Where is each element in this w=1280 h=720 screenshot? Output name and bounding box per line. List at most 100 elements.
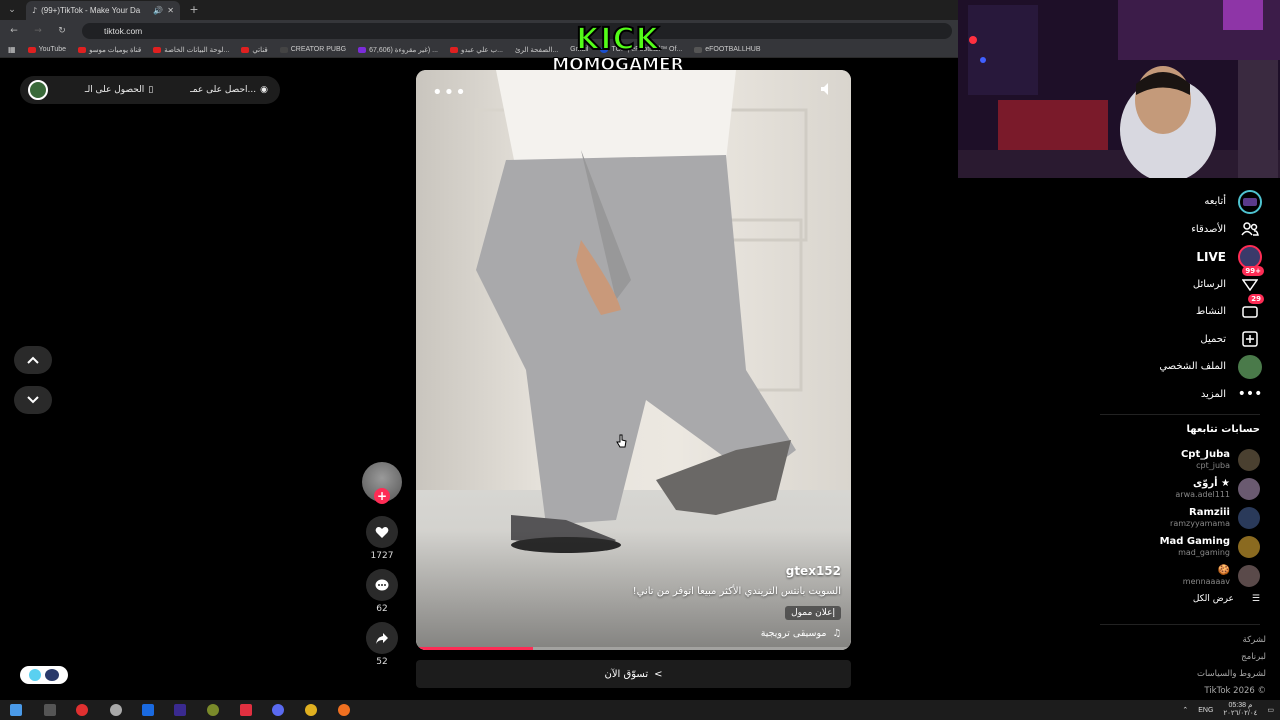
footer-link-program[interactable]: لبرنامج xyxy=(1197,649,1266,666)
avatar xyxy=(1238,477,1260,500)
bookmark-item[interactable]: قناتي xyxy=(241,46,268,54)
taskbar-app-icon[interactable] xyxy=(110,704,122,716)
get-coins-button[interactable]: احصل على عمـ... ◉ xyxy=(190,85,268,95)
footer-link-terms[interactable]: لشروط والسياسات xyxy=(1197,666,1266,683)
reload-icon[interactable]: ↻ xyxy=(56,25,68,37)
bookmark-item[interactable]: eFOOTBALLHUB xyxy=(694,46,761,53)
sidebar-item-following[interactable]: أتابعه xyxy=(1082,188,1262,216)
tab-close-icon[interactable]: ✕ xyxy=(167,6,174,15)
bookmark-item[interactable]: 67,606) غير مقروءة) ... xyxy=(358,46,438,54)
browser-tab[interactable]: ♪ (99+)TikTok - Make Your Da 🔊 ✕ xyxy=(26,1,180,20)
video-player[interactable]: ••• gtex152 السويت بانتس التريندي الأكثر… xyxy=(416,70,851,650)
get-app-button[interactable]: الحصول على الـ ▯ xyxy=(85,85,153,95)
creator-avatar[interactable]: + xyxy=(362,462,402,504)
premiere-icon[interactable] xyxy=(174,704,186,716)
sidebar-nav: أتابعه الأصدقاء LIVE الرسائل 99+ النشاط … xyxy=(1082,188,1264,409)
next-video-button[interactable] xyxy=(14,386,52,414)
taskbar-app-icon[interactable] xyxy=(44,704,56,716)
kick-logo: KICK MOMOGAMER xyxy=(548,22,688,76)
firefox-icon[interactable] xyxy=(338,704,350,716)
mouse-cursor-icon xyxy=(616,434,628,451)
music-title: موسيقى ترويجية xyxy=(760,628,827,639)
get-app-pill[interactable] xyxy=(20,666,68,684)
system-tray: ⌃ ENG 05:38 م ٢٠٢٦/٠٢/٠٤ ▭ xyxy=(1182,700,1280,720)
forward-icon[interactable]: → xyxy=(32,25,44,37)
sidebar-item-live[interactable]: LIVE xyxy=(1082,243,1262,271)
activity-icon: 29 xyxy=(1238,293,1264,324)
sidebar-item-more[interactable]: المزيد ••• xyxy=(1082,381,1263,409)
more-options-icon[interactable]: ••• xyxy=(432,82,467,103)
sidebar-item-activity[interactable]: النشاط 29 xyxy=(1082,293,1264,326)
avatar xyxy=(1238,564,1260,587)
bookmark-item[interactable]: لوحة البيانات الخاصة... xyxy=(153,46,229,54)
share-button[interactable] xyxy=(366,622,398,654)
chrome-icon[interactable] xyxy=(305,704,317,716)
bookmark-item[interactable]: قناة يوميات موسو xyxy=(78,46,141,54)
following-account-row[interactable]: Ramziii ramzyyamama xyxy=(1060,503,1260,532)
friends-icon xyxy=(1238,217,1262,241)
photoshop-icon[interactable] xyxy=(142,704,154,716)
avatar xyxy=(1238,448,1260,471)
sidebar-item-friends[interactable]: الأصدقاء xyxy=(1082,216,1262,244)
volume-icon[interactable] xyxy=(819,82,833,99)
video-progress-bar[interactable] xyxy=(416,647,851,650)
apps-grid-icon[interactable]: ▦ xyxy=(8,45,16,54)
see-all-button[interactable]: عرض الكل ☰ xyxy=(1193,594,1260,604)
follow-plus-icon[interactable]: + xyxy=(374,488,390,504)
kick-logo-text: KICK xyxy=(575,22,660,57)
shop-now-button[interactable]: تسوّق الآن < xyxy=(416,660,851,688)
sidebar-item-upload[interactable]: تحميل xyxy=(1082,326,1262,354)
discord-icon[interactable] xyxy=(272,704,284,716)
comment-button[interactable] xyxy=(366,569,398,601)
top-promo-bar: الحصول على الـ ▯ احصل على عمـ... ◉ xyxy=(20,76,280,104)
sidebar-item-profile[interactable]: الملف الشخصي xyxy=(1082,353,1262,381)
tab-audio-icon[interactable]: 🔊 xyxy=(153,6,163,15)
like-button[interactable] xyxy=(366,516,398,548)
video-actions: + 1727 62 52 xyxy=(360,462,404,667)
following-account-row[interactable]: 🍪 mennaaaav xyxy=(1060,561,1260,590)
laptop-icon xyxy=(45,669,59,681)
sidebar-item-messages[interactable]: الرسائل 99+ xyxy=(1082,266,1264,299)
video-author-username[interactable]: gtex152 xyxy=(786,564,841,578)
avatar xyxy=(1238,506,1260,529)
profile-icon xyxy=(1238,354,1262,379)
user-avatar[interactable] xyxy=(28,80,48,100)
bookmark-item[interactable]: ب علي عبدو... xyxy=(449,46,503,54)
comment-icon xyxy=(375,579,389,590)
previous-video-button[interactable] xyxy=(14,346,52,374)
bookmarks-bar: ▦ YouTube قناة يوميات موسو لوحة البيانات… xyxy=(0,42,958,58)
music-info[interactable]: ♫ موسيقى ترويجية xyxy=(761,628,841,639)
list-icon: ☰ xyxy=(1251,594,1260,604)
windows-start-icon[interactable] xyxy=(10,704,22,716)
video-progress-fill xyxy=(416,647,534,650)
clock[interactable]: 05:38 م ٢٠٢٦/٠٢/٠٤ xyxy=(1223,702,1257,718)
live-icon xyxy=(1238,244,1262,269)
address-bar[interactable] xyxy=(82,23,952,39)
taskbar-app-icon[interactable] xyxy=(76,704,88,716)
following-account-row[interactable]: Cpt_Juba cpt_juba xyxy=(1060,445,1260,474)
following-account-row[interactable]: Mad Gaming mad_gaming xyxy=(1060,532,1260,561)
video-caption: السويت بانتس التريندي الأكثر مبيعا اتوفر… xyxy=(632,586,841,597)
chevron-left-icon: < xyxy=(654,668,663,680)
language-indicator[interactable]: ENG xyxy=(1198,707,1213,714)
footer-links: لشركة لبرنامج لشروط والسياسات TikTok 202… xyxy=(1197,632,1266,700)
share-count: 52 xyxy=(376,657,388,667)
eye-icon: ◉ xyxy=(260,85,268,95)
footer-link-company[interactable]: لشركة xyxy=(1197,632,1266,649)
bookmark-item[interactable]: CREATOR PUBG xyxy=(279,46,346,53)
comment-count: 62 xyxy=(376,604,388,614)
taskbar-app-icon[interactable] xyxy=(207,704,219,716)
chevron-down-icon xyxy=(27,396,39,404)
following-accounts-title: حسابات تتابعها xyxy=(1186,424,1260,435)
tab-list-icon[interactable]: ⌄ xyxy=(6,4,18,16)
notification-icon[interactable]: ▭ xyxy=(1267,706,1274,714)
copyright: TikTok 2026 © xyxy=(1204,686,1266,696)
back-icon[interactable]: ← xyxy=(8,25,20,37)
following-icon xyxy=(1238,189,1262,214)
taskbar-app-icon[interactable] xyxy=(240,704,252,716)
bookmark-item[interactable]: YouTube xyxy=(27,46,66,53)
tray-chevron-icon[interactable]: ⌃ xyxy=(1182,706,1188,714)
new-tab-icon[interactable]: + xyxy=(188,4,200,16)
upload-icon xyxy=(1238,327,1262,351)
following-account-row[interactable]: أروّى ★ arwa.adel111 xyxy=(1060,474,1260,503)
